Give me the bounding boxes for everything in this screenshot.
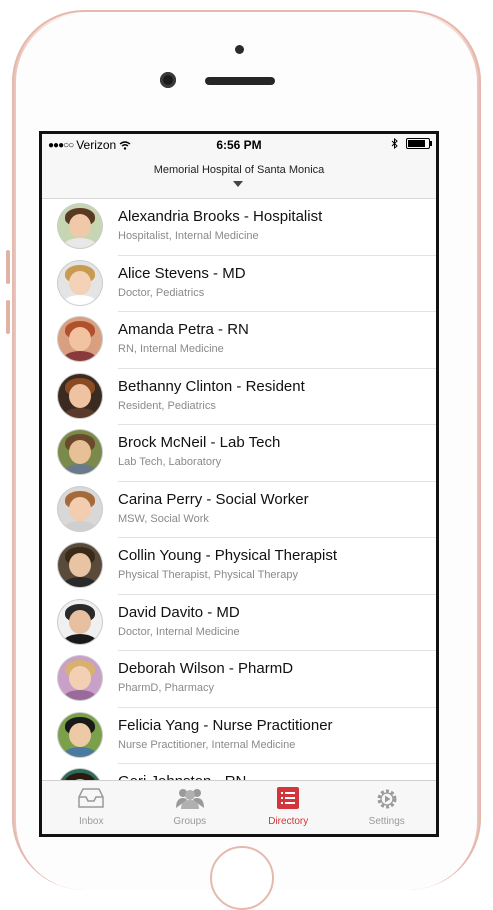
avatar [58,260,102,305]
front-camera [160,72,176,88]
proximity-sensor [235,45,244,54]
avatar [58,486,102,531]
contact-name: Collin Young - Physical Therapist [118,547,338,564]
contact-role: Hospitalist, Internal Medicine [118,230,259,242]
bluetooth-icon [391,138,398,149]
contact-role: Doctor, Pediatrics [118,286,205,299]
contact-row[interactable]: Deborah Wilson - PharmD PharmD, Pharmacy [42,651,436,708]
contact-row[interactable]: Felicia Yang - Nurse Practitioner Nurse … [42,708,436,765]
contact-role: RN, Internal Medicine [118,343,224,355]
contact-role: Resident, Pediatrics [118,399,216,412]
contact-name: David Davito - MD [118,603,240,621]
contact-row[interactable]: Brock McNeil - Lab Tech Lab Tech, Labora… [42,425,436,482]
battery-icon [406,138,432,149]
avatar [58,204,102,248]
tab-directory[interactable]: Directory [239,781,338,834]
contact-name: Felicia Yang - Nurse Practitioner [118,716,333,734]
avatar [58,712,102,757]
organization-title: Memorial Hospital of Santa Monica [153,164,325,176]
inbox-icon [78,788,104,808]
directory-header[interactable]: Memorial Hospital of Santa Monica [42,156,436,199]
contact-row[interactable]: Bethanny Clinton - Resident Resident, Pe… [42,369,436,426]
dropdown-caret-icon[interactable] [233,181,243,187]
contact-role: PharmD, Pharmacy [118,682,214,694]
directory-icon [277,787,300,809]
avatar [58,373,102,418]
groups-icon [175,789,204,809]
tab-label: Directory [268,816,309,827]
contact-name: Alexandria Brooks - Hospitalist [118,208,323,225]
tab-settings[interactable]: Settings [338,781,437,834]
status-bar: ●●●○○ Verizon 6:56 PM [42,134,436,156]
contact-row[interactable]: Carina Perry - Social Worker MSW, Social… [42,482,436,539]
contact-row[interactable]: David Davito - MD Doctor, Internal Medic… [42,595,436,652]
tab-bar: Inbox Groups Directory Settings [42,780,436,834]
contact-role: Doctor, Internal Medicine [118,625,240,638]
contact-role: Nurse Practitioner, Internal Medicine [118,738,296,751]
contact-name: Carina Perry - Social Worker [118,490,309,508]
settings-icon [377,789,397,809]
tab-label: Groups [173,816,207,827]
contact-row[interactable]: Alice Stevens - MD Doctor, Pediatrics [42,256,436,313]
contact-name: Brock McNeil - Lab Tech [118,434,281,451]
contact-role: Lab Tech, Laboratory [118,456,222,468]
contact-row[interactable]: Collin Young - Physical Therapist Physic… [42,538,436,595]
contact-list: Alexandria Brooks - Hospitalist Hospital… [42,199,436,821]
status-time: 6:56 PM [216,138,262,152]
avatar [58,317,102,361]
contact-row[interactable]: Alexandria Brooks - Hospitalist Hospital… [42,199,436,256]
contact-row[interactable]: Amanda Petra - RN RN, Internal Medicine [42,312,436,369]
volume-down-button [6,300,10,334]
contact-name: Alice Stevens - MD [118,264,246,282]
phone-screen: ●●●○○ Verizon 6:56 PM Memorial Hospital … [39,131,439,837]
contact-name: Bethanny Clinton - Resident [118,377,305,395]
tab-label: Inbox [79,816,104,827]
earpiece-speaker [205,77,275,85]
contact-name: Deborah Wilson - PharmD [118,660,294,677]
avatar [58,599,102,644]
contact-role: Physical Therapist, Physical Therapy [118,569,298,581]
volume-up-button [6,250,10,284]
tab-inbox[interactable]: Inbox [42,781,141,834]
avatar [58,656,102,700]
avatar [58,430,102,474]
tab-groups[interactable]: Groups [141,781,240,834]
avatar [58,543,102,587]
home-button [210,846,274,910]
contact-name: Amanda Petra - RN [118,321,249,338]
tab-label: Settings [368,816,405,827]
contact-role: MSW, Social Work [118,512,209,525]
